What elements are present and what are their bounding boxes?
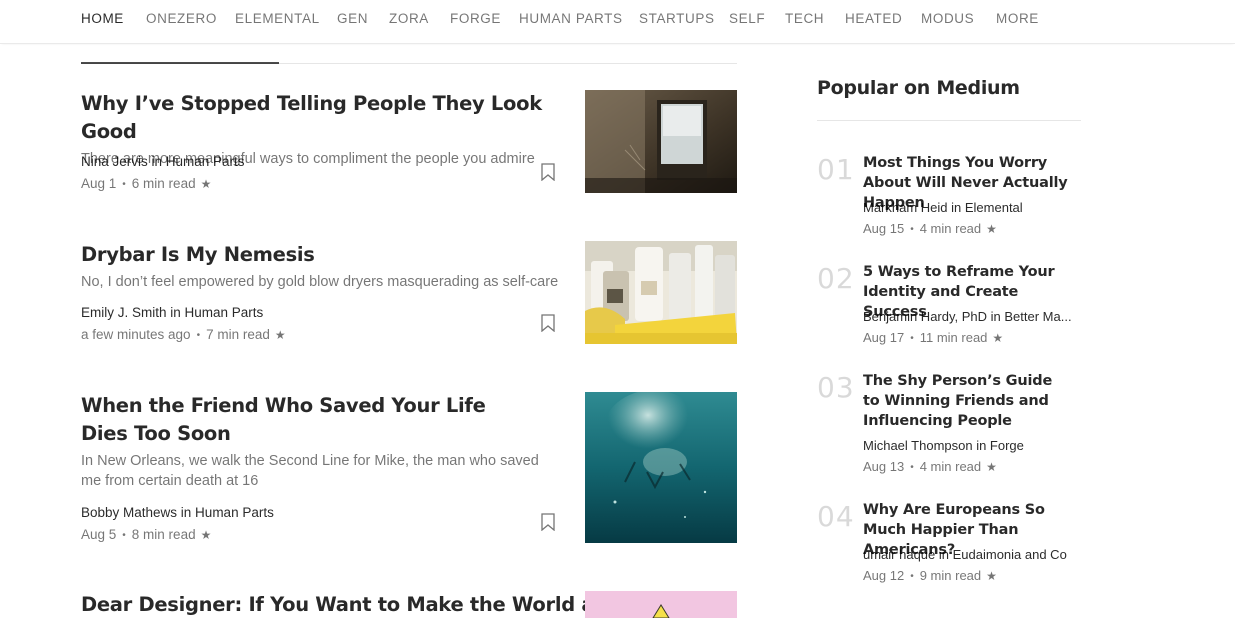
popular-date: Aug 15 [863,221,905,236]
star-icon: ★ [200,528,212,542]
popular-date: Aug 12 [863,568,905,583]
article-read-time: 8 min read [131,527,196,542]
article-meta: Aug 1 • 6 min read ★ [81,176,211,191]
popular-item[interactable]: 02 5 Ways to Reframe Your Identity and C… [817,262,1081,352]
article-subtitle[interactable]: No, I don’t feel empowered by gold blow … [81,272,561,292]
star-icon: ★ [200,177,212,191]
popular-author[interactable]: umair haque in Eudaimonia and Co [863,547,1081,562]
article-author[interactable]: Nina Jervis in Human Parts [81,154,245,169]
nav-startups[interactable]: STARTUPS [639,11,715,26]
separator-dot: • [910,571,914,582]
popular-rank: 02 [817,262,855,295]
popular-read-time: 4 min read [919,221,982,236]
article-card[interactable]: Why I’ve Stopped Telling People They Loo… [81,90,737,200]
popular-author[interactable]: Benjamin Hardy, PhD in Better Ma... [863,309,1081,324]
star-icon: ★ [986,460,997,474]
separator-dot: • [196,330,201,341]
article-read-time: 7 min read [206,327,270,342]
article-card[interactable]: Drybar Is My Nemesis No, I don’t feel em… [81,241,737,351]
article-thumbnail-window-photo[interactable] [585,90,737,193]
separator-dot: • [122,530,126,541]
nav-self[interactable]: SELF [729,11,765,26]
popular-author[interactable]: Michael Thompson in Forge [863,438,1081,453]
nav-heated[interactable]: HEATED [845,11,902,26]
popular-item[interactable]: 04 Why Are Europeans So Much Happier Tha… [817,500,1081,590]
article-title[interactable]: Drybar Is My Nemesis [81,241,551,269]
popular-meta: Aug 12 • 9 min read ★ [863,568,997,583]
separator-dot: • [910,462,914,473]
article-thumbnail-pink-illustration[interactable] [585,591,737,618]
article-card[interactable]: Dear Designer: If You Want to Make the W… [81,591,737,618]
popular-author[interactable]: Markham Heid in Elemental [863,200,1081,215]
popular-date: Aug 13 [863,459,905,474]
popular-meta: Aug 13 • 4 min read ★ [863,459,997,474]
separator-dot: • [910,224,914,235]
bookmark-icon[interactable] [541,314,555,332]
article-author[interactable]: Bobby Mathews in Human Parts [81,505,274,520]
popular-meta: Aug 17 • 11 min read ★ [863,330,1003,345]
article-card[interactable]: When the Friend Who Saved Your Life Dies… [81,392,737,543]
star-icon: ★ [986,222,997,236]
popular-title[interactable]: The Shy Person’s Guide to Winning Friend… [863,371,1058,431]
popular-read-time: 4 min read [919,459,982,474]
article-title[interactable]: Dear Designer: If You Want to Make the W… [81,591,595,618]
article-thumbnail-bottles-photo[interactable] [585,241,737,344]
bookmark-icon[interactable] [541,163,555,181]
nav-human-parts[interactable]: HUMAN PARTS [519,11,623,26]
nav-more[interactable]: MORE [996,11,1039,26]
popular-read-time: 11 min read [919,330,988,345]
article-meta: Aug 5 • 8 min read ★ [81,527,211,542]
popular-rank: 01 [817,153,855,186]
nav-onezero[interactable]: ONEZERO [146,11,217,26]
nav-zora[interactable]: ZORA [389,11,429,26]
popular-rank: 04 [817,500,855,533]
nav-home[interactable]: HOME [81,11,124,26]
article-meta: a few minutes ago • 7 min read ★ [81,327,286,342]
nav-gen[interactable]: GEN [337,11,368,26]
popular-read-time: 9 min read [919,568,982,583]
nav-tech[interactable]: TECH [785,11,824,26]
popular-rank: 03 [817,371,855,404]
nav-modus[interactable]: MODUS [921,11,974,26]
article-date: Aug 5 [81,527,117,542]
article-author[interactable]: Emily J. Smith in Human Parts [81,305,263,320]
article-date: a few minutes ago [81,327,191,342]
article-title[interactable]: When the Friend Who Saved Your Life Dies… [81,392,501,448]
separator-dot: • [910,333,914,344]
nav-elemental[interactable]: ELEMENTAL [235,11,320,26]
bookmark-icon[interactable] [541,513,555,531]
sidebar-title: Popular on Medium [817,77,1020,99]
popular-meta: Aug 15 • 4 min read ★ [863,221,997,236]
popular-date: Aug 17 [863,330,905,345]
article-title[interactable]: Why I’ve Stopped Telling People They Loo… [81,90,551,146]
article-read-time: 6 min read [131,176,196,191]
article-thumbnail-underwater-photo[interactable] [585,392,737,543]
star-icon: ★ [992,331,1004,345]
nav-forge[interactable]: FORGE [450,11,501,26]
top-nav: HOME ONEZERO ELEMENTAL GEN ZORA FORGE HU… [0,0,1235,44]
sidebar-divider [817,120,1081,121]
article-date: Aug 1 [81,176,117,191]
star-icon: ★ [274,328,286,342]
star-icon: ★ [986,569,997,583]
popular-item[interactable]: 03 The Shy Person’s Guide to Winning Fri… [817,371,1081,481]
feed-divider-accent [81,62,279,64]
article-subtitle[interactable]: In New Orleans, we walk the Second Line … [81,451,561,491]
separator-dot: • [122,179,126,190]
popular-item[interactable]: 01 Most Things You Worry About Will Neve… [817,153,1081,243]
